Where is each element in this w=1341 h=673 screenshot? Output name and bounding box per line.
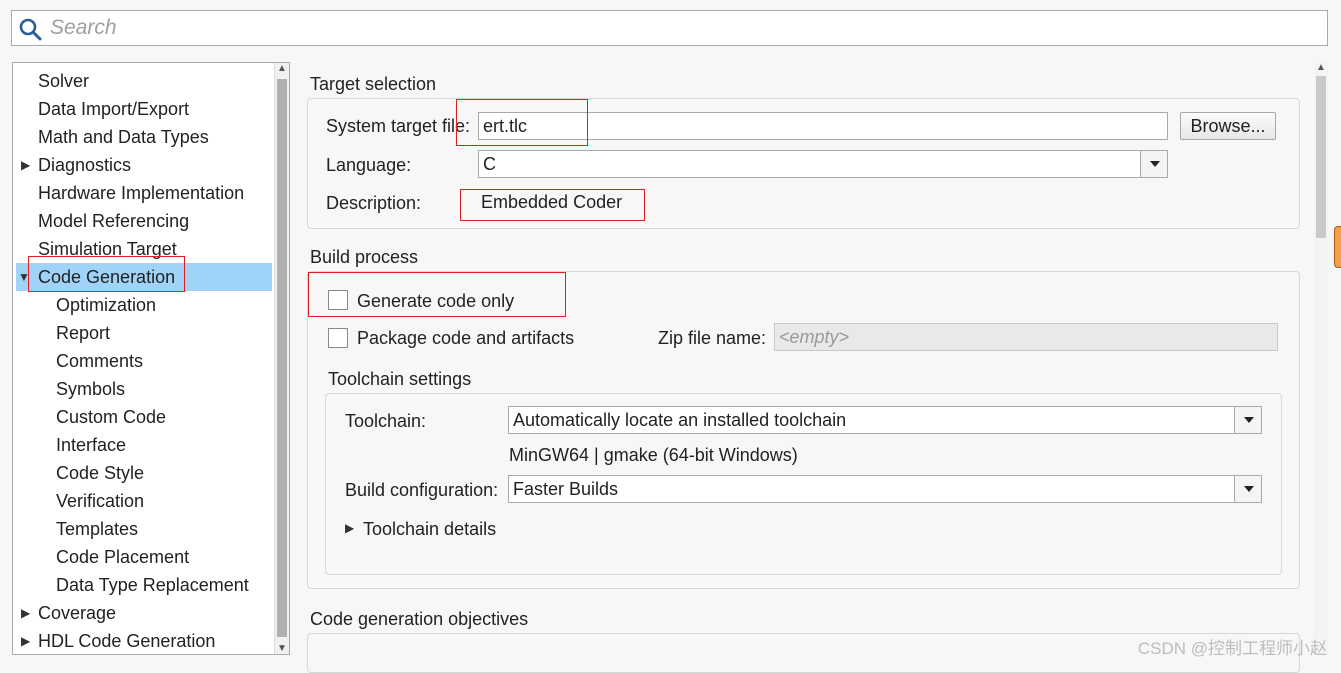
search-placeholder: Search (50, 16, 117, 39)
main-scrollbar[interactable]: ▲ (1314, 62, 1328, 655)
tree-item-hardware-implementation[interactable]: Hardware Implementation (38, 179, 244, 207)
tree-item-coverage[interactable]: Coverage (38, 599, 116, 627)
chevron-down-icon[interactable] (1140, 151, 1167, 177)
tree-item-label: Code Generation (38, 267, 176, 287)
tree-item-interface[interactable]: Interface (56, 431, 126, 459)
package-code-label: Package code and artifacts (357, 328, 575, 348)
tree-scroll-thumb[interactable] (277, 79, 287, 637)
tree-item-data-type-replacement[interactable]: Data Type Replacement (56, 571, 249, 599)
toolchain-value: Automatically locate an installed toolch… (513, 410, 847, 430)
search-bar[interactable]: Search (11, 10, 1328, 46)
build-configuration-value: Faster Builds (513, 479, 619, 499)
section-title-code-generation-objectives: Code generation objectives (310, 609, 529, 629)
section-title-build-process: Build process (310, 247, 419, 267)
description-value: Embedded Coder (481, 192, 623, 212)
side-panel-tab[interactable] (1334, 226, 1341, 268)
tree-item-optimization[interactable]: Optimization (56, 291, 156, 319)
generate-code-only-label: Generate code only (357, 291, 515, 311)
zip-file-name-label: Zip file name: (658, 328, 767, 348)
expand-triangle-icon[interactable]: ▶ (21, 599, 30, 627)
build-configuration-label: Build configuration: (345, 480, 499, 500)
expand-triangle-icon[interactable]: ▶ (345, 514, 354, 542)
language-label: Language: (326, 155, 412, 175)
language-value: C (483, 154, 496, 174)
tree-item-templates[interactable]: Templates (56, 515, 138, 543)
tree-item-data-import-export[interactable]: Data Import/Export (38, 95, 189, 123)
tree-item-hdl-code-generation[interactable]: HDL Code Generation (38, 627, 215, 654)
tree-item-diagnostics[interactable]: Diagnostics (38, 151, 131, 179)
tree-item-report[interactable]: Report (56, 319, 110, 347)
search-icon (19, 18, 42, 41)
tree-item-custom-code[interactable]: Custom Code (56, 403, 166, 431)
scroll-up-icon[interactable]: ▲ (1316, 62, 1326, 73)
tree-item-symbols[interactable]: Symbols (56, 375, 125, 403)
tree-item-model-referencing[interactable]: Model Referencing (38, 207, 189, 235)
toolchain-settings-title: Toolchain settings (328, 369, 472, 389)
tree-scrollbar[interactable]: ▲ ▼ (274, 63, 289, 654)
scroll-down-icon[interactable]: ▼ (277, 643, 287, 654)
collapse-triangle-icon[interactable]: ▼ (18, 263, 30, 291)
browse-button[interactable]: Browse... (1180, 112, 1276, 140)
expand-triangle-icon[interactable]: ▶ (21, 627, 30, 654)
scroll-up-icon[interactable]: ▲ (277, 63, 287, 74)
tree-item-code-generation-selected[interactable]: ▼ Code Generation (16, 263, 272, 291)
chevron-down-icon[interactable] (1234, 407, 1261, 433)
section-title-target-selection: Target selection (310, 74, 437, 94)
expand-triangle-icon[interactable]: ▶ (21, 151, 30, 179)
chevron-down-icon[interactable] (1234, 476, 1261, 502)
toolchain-info: MinGW64 | gmake (64-bit Windows) (509, 445, 798, 465)
tree-item-code-style[interactable]: Code Style (56, 459, 144, 487)
build-configuration-dropdown[interactable]: Faster Builds (508, 475, 1262, 503)
toolchain-label: Toolchain: (345, 411, 427, 431)
tree-item-math-data-types[interactable]: Math and Data Types (38, 123, 209, 151)
package-code-checkbox[interactable] (328, 328, 348, 348)
toolchain-dropdown[interactable]: Automatically locate an installed toolch… (508, 406, 1262, 434)
system-target-file-label: System target file: (326, 116, 471, 136)
tree-item-solver[interactable]: Solver (38, 67, 89, 95)
tree-item-verification[interactable]: Verification (56, 487, 144, 515)
generate-code-only-checkbox[interactable] (328, 290, 348, 310)
watermark: CSDN @控制工程师小赵 (1137, 639, 1327, 658)
toolchain-details-toggle[interactable]: Toolchain details (363, 519, 496, 540)
zip-file-name-input[interactable]: <empty> (774, 323, 1278, 351)
tree-item-simulation-target[interactable]: Simulation Target (38, 235, 177, 263)
category-tree: Solver Data Import/Export Math and Data … (12, 62, 290, 655)
tree-item-code-placement[interactable]: Code Placement (56, 543, 189, 571)
tree-item-comments[interactable]: Comments (56, 347, 143, 375)
main-scroll-thumb[interactable] (1316, 76, 1326, 238)
description-label: Description: (326, 193, 422, 213)
system-target-file-input[interactable]: ert.tlc (478, 112, 1168, 140)
language-dropdown[interactable]: C (478, 150, 1168, 178)
